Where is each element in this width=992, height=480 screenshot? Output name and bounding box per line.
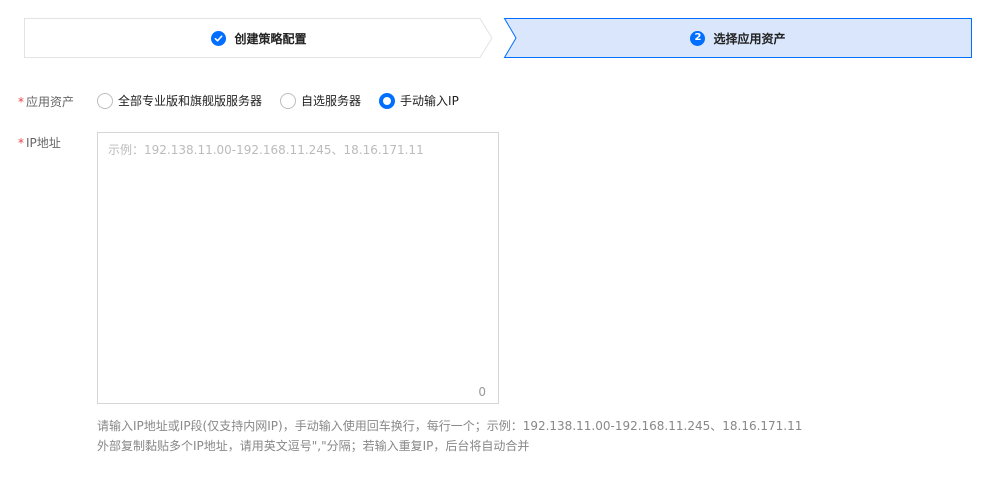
radio-custom-servers[interactable]: 自选服务器 [280,92,361,109]
asset-radio-group: 全部专业版和旗舰版服务器 自选服务器 手动输入IP [97,92,477,109]
step-select-asset[interactable]: 2 选择应用资产 [504,18,972,58]
radio-checked-icon[interactable] [379,92,396,109]
step-label: 创建策略配置 [234,31,307,46]
step-create-policy[interactable]: 创建策略配置 [24,18,494,58]
required-mark: * [18,95,24,109]
asset-label: * 应用资产 [18,93,74,110]
check-circle-icon [211,30,227,46]
asset-label-text: 应用资产 [26,95,75,109]
ip-help-text: 请输入IP地址或IP段(仅支持内网IP)，手动输入使用回车换行，每行一个；示例：… [97,416,802,456]
radio-manual-ip[interactable]: 手动输入IP [379,92,459,109]
char-counter: 0 [478,385,486,399]
help-line-2: 外部复制黏贴多个IP地址，请用英文逗号","分隔；若输入重复IP，后台将自动合并 [97,439,530,453]
radio-circle-icon[interactable] [280,92,297,109]
radio-label: 手动输入IP [400,94,459,108]
ip-address-textarea[interactable] [98,133,498,403]
ip-textarea-container: 0 [97,132,499,404]
steps-bar: 创建策略配置 2 选择应用资产 [24,18,972,58]
radio-all-servers[interactable]: 全部专业版和旗舰版服务器 [97,92,262,109]
help-line-1: 请输入IP地址或IP段(仅支持内网IP)，手动输入使用回车换行，每行一个；示例：… [97,419,803,433]
step-label: 选择应用资产 [713,31,786,46]
radio-label: 全部专业版和旗舰版服务器 [118,94,263,108]
ip-label: * IP地址 [18,134,61,151]
radio-label: 自选服务器 [301,94,362,108]
required-mark: * [18,136,24,150]
step-number-badge: 2 [690,30,706,46]
ip-label-text: IP地址 [26,136,61,150]
radio-circle-icon[interactable] [97,92,113,109]
